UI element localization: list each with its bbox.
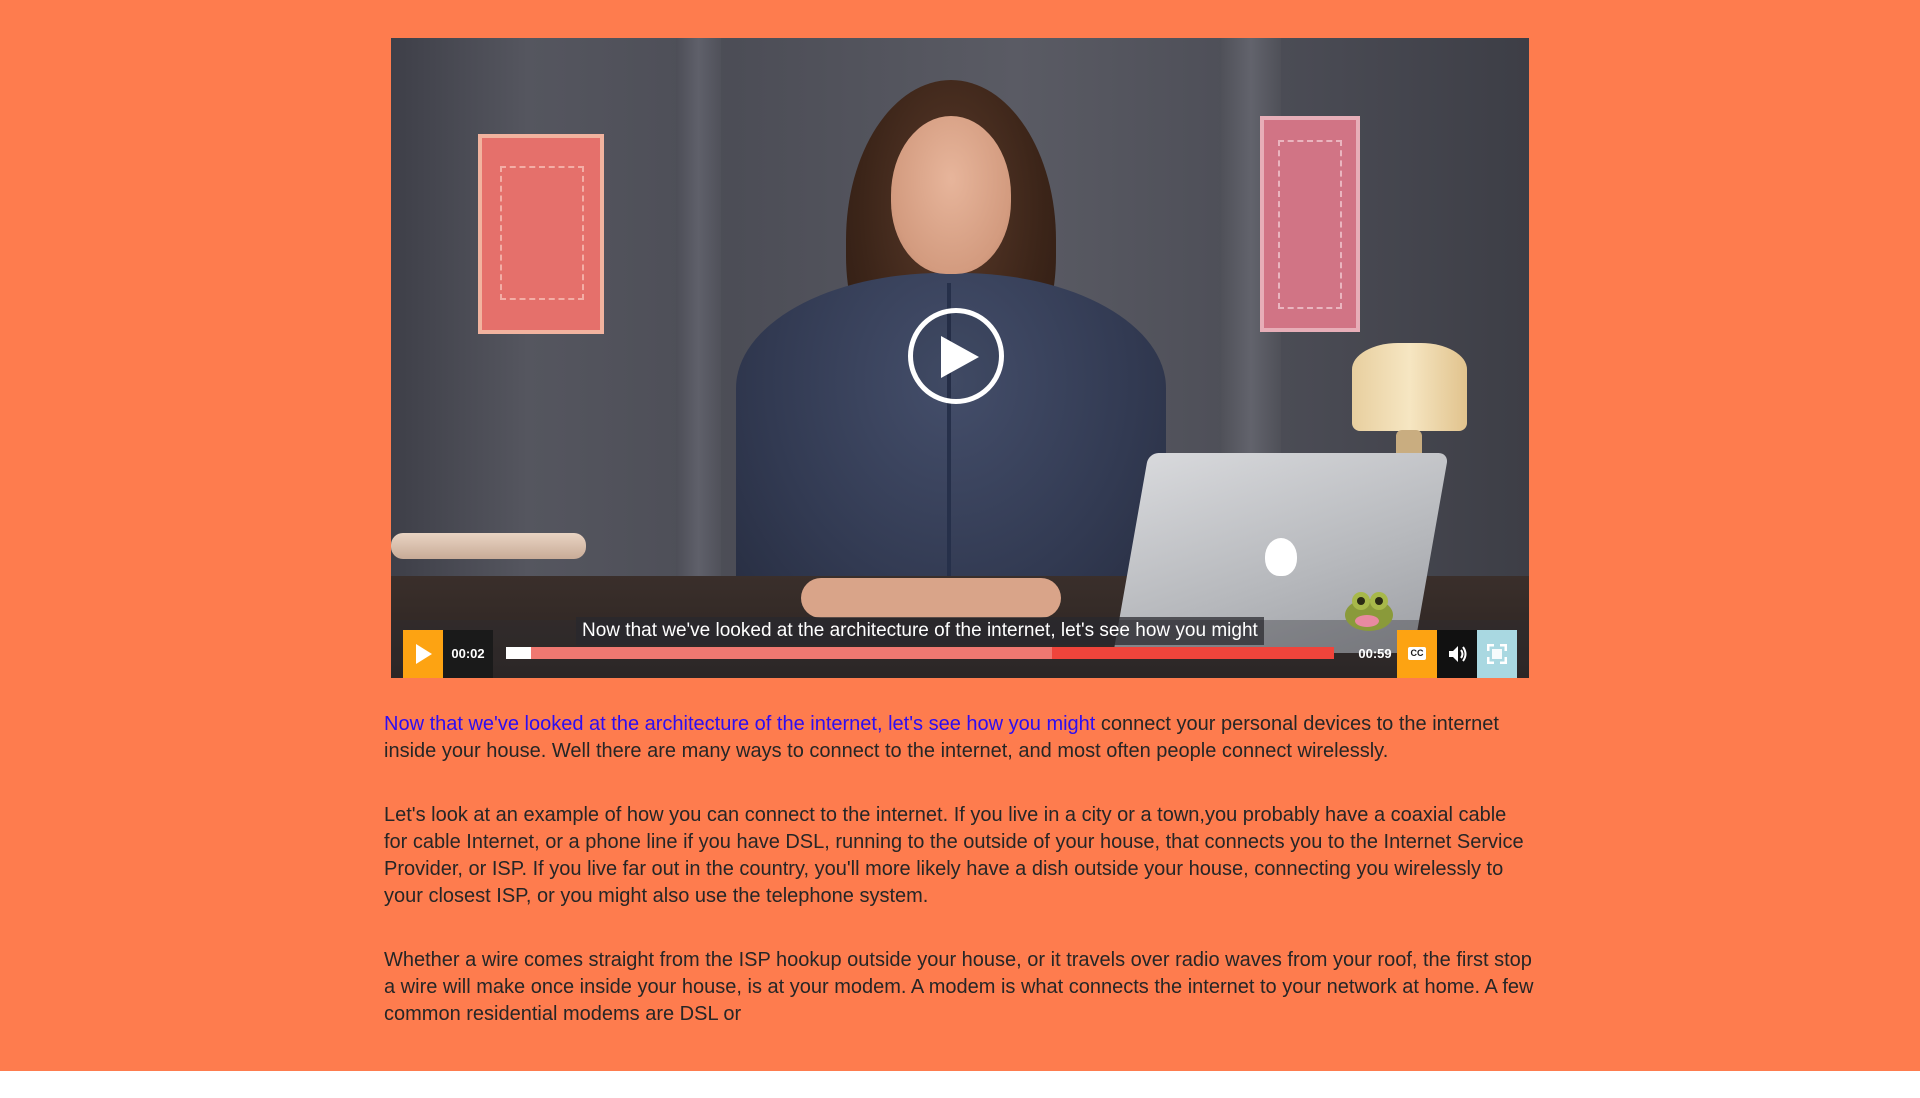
volume-button[interactable]	[1437, 630, 1477, 678]
lamp	[1352, 343, 1467, 431]
duration-time: 00:59	[1358, 646, 1392, 661]
speaker-icon	[1449, 646, 1467, 662]
play-icon	[416, 644, 432, 664]
video-caption: Now that we've looked at the architectur…	[576, 617, 1264, 645]
cc-icon: CC	[1408, 647, 1426, 660]
captions-button[interactable]: CC	[1397, 630, 1437, 678]
transcript-active-line[interactable]: Now that we've looked at the architectur…	[384, 713, 1095, 735]
video-player[interactable]: 00:02 00:59 CC Now that we've looked at …	[391, 38, 1529, 678]
played-progress	[506, 647, 531, 659]
big-play-button[interactable]	[908, 308, 1004, 404]
apple-logo-icon	[1265, 538, 1297, 576]
transcript: Now that we've looked at the architectur…	[384, 711, 1534, 1065]
wall-poster-left	[478, 134, 604, 334]
transcript-paragraph: Now that we've looked at the architectur…	[384, 711, 1534, 765]
wall-poster-right	[1260, 116, 1360, 332]
current-time: 00:02	[443, 630, 493, 678]
play-icon	[941, 336, 979, 378]
transcript-paragraph[interactable]: Let's look at an example of how you can …	[384, 802, 1534, 910]
transcript-paragraph[interactable]: Whether a wire comes straight from the I…	[384, 947, 1534, 1028]
play-button[interactable]	[403, 630, 443, 678]
buffered-progress	[506, 647, 1052, 659]
fullscreen-button[interactable]	[1477, 630, 1517, 678]
progress-bar[interactable]	[506, 647, 1334, 659]
frog-mascot-icon	[1345, 592, 1393, 631]
fullscreen-icon	[1487, 644, 1507, 664]
